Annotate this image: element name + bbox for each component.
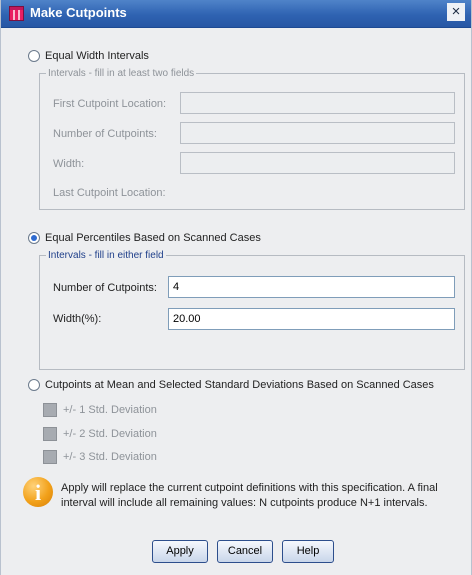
std-dev-radio[interactable] [28, 379, 40, 391]
first-cutpoint-label: First Cutpoint Location: [53, 98, 167, 110]
equal-percentiles-radio[interactable] [28, 232, 40, 244]
ep-number-of-cutpoints-input[interactable]: 4 [168, 276, 455, 298]
apply-button[interactable]: Apply [152, 540, 208, 563]
app-icon [9, 6, 24, 21]
last-cutpoint-label: Last Cutpoint Location: [53, 187, 166, 199]
std-dev-2-label: +/- 2 Std. Deviation [63, 428, 157, 440]
ew-number-of-cutpoints-field[interactable] [180, 122, 455, 144]
ew-width-field[interactable] [180, 152, 455, 174]
std-dev-2-checkbox[interactable] [43, 427, 57, 441]
ew-width-label: Width: [53, 158, 85, 170]
equal-width-group-label: Intervals - fill in at least two fields [48, 68, 195, 79]
equal-percentiles-group-label: Intervals - fill in either field [48, 250, 164, 261]
std-dev-1-label: +/- 1 Std. Deviation [63, 404, 157, 416]
ew-number-of-cutpoints-label: Number of Cutpoints: [53, 128, 157, 140]
ep-width-input[interactable]: 20.00 [168, 308, 455, 330]
ep-number-of-cutpoints-label: Number of Cutpoints: [53, 282, 157, 294]
std-dev-label[interactable]: Cutpoints at Mean and Selected Standard … [45, 379, 434, 391]
equal-width-radio[interactable] [28, 50, 40, 62]
ep-width-label: Width(%): [53, 313, 102, 325]
first-cutpoint-field[interactable] [180, 92, 455, 114]
make-cutpoints-dialog: Make Cutpoints × Equal Width Intervals I… [0, 0, 472, 575]
info-icon: i [23, 477, 53, 507]
close-icon[interactable]: × [447, 3, 465, 21]
dialog-title: Make Cutpoints [30, 5, 127, 20]
std-dev-3-label: +/- 3 Std. Deviation [63, 451, 157, 463]
help-button[interactable]: Help [282, 540, 334, 563]
info-text: Apply will replace the current cutpoint … [61, 482, 438, 509]
std-dev-1-checkbox[interactable] [43, 403, 57, 417]
cancel-button[interactable]: Cancel [217, 540, 273, 563]
std-dev-3-checkbox[interactable] [43, 450, 57, 464]
title-bar[interactable]: Make Cutpoints × [1, 0, 471, 28]
equal-width-label[interactable]: Equal Width Intervals [45, 50, 149, 62]
equal-percentiles-label[interactable]: Equal Percentiles Based on Scanned Cases [45, 232, 261, 244]
